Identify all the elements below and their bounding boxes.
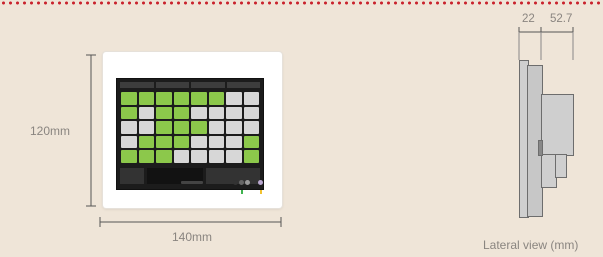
height-label: 120mm — [30, 124, 71, 138]
depth-front-label: 22 — [522, 13, 535, 25]
screen-tile — [226, 121, 242, 134]
screen-tile — [191, 135, 207, 149]
screen-tile — [173, 92, 189, 105]
screen-tile — [173, 121, 189, 134]
screen-tile — [156, 135, 172, 149]
device-screen — [116, 78, 264, 190]
screen-tile — [173, 150, 189, 163]
screen-tile — [156, 150, 172, 163]
screen-tile — [173, 135, 189, 149]
lateral-rear-box — [541, 94, 574, 156]
screen-tile — [138, 106, 154, 120]
depth-back-label: 52.7 — [550, 13, 573, 25]
screen-tile — [208, 92, 224, 105]
screen-tile — [208, 121, 224, 134]
screen-tile — [243, 92, 259, 105]
screen-tile — [138, 150, 154, 163]
screen-tile — [226, 135, 242, 149]
screen-tile — [208, 106, 224, 120]
screen-tile — [121, 92, 137, 105]
lateral-step-2 — [555, 154, 567, 178]
screen-tile — [121, 135, 137, 149]
screen-tile — [191, 150, 207, 163]
screen-tile — [138, 92, 154, 105]
screen-header — [120, 82, 260, 88]
touch-panel-controller-icon — [103, 52, 282, 208]
width-label: 140mm — [172, 230, 213, 244]
screen-tile — [121, 121, 137, 134]
screen-tile — [138, 135, 154, 149]
screen-tile — [226, 92, 242, 105]
screen-tile — [243, 150, 259, 163]
screen-tile — [243, 121, 259, 134]
lateral-view-caption: Lateral view (mm) — [483, 238, 579, 252]
screen-tile — [191, 92, 207, 105]
screen-tile — [156, 121, 172, 134]
screen-tile — [243, 106, 259, 120]
lateral-connector — [538, 140, 543, 156]
screen-tile — [121, 106, 137, 120]
screen-tile — [208, 135, 224, 149]
screen-tile-grid — [121, 92, 259, 163]
screen-tile — [156, 92, 172, 105]
dimension-lines — [86, 27, 574, 227]
screen-tile — [138, 121, 154, 134]
screen-tile — [121, 150, 137, 163]
screen-tile — [243, 135, 259, 149]
screen-tile — [156, 106, 172, 120]
screen-tile — [191, 106, 207, 120]
brand-logo — [181, 181, 203, 184]
screen-tile — [173, 106, 189, 120]
screen-tile — [191, 121, 207, 134]
screen-tile — [226, 150, 242, 163]
screen-tile — [226, 106, 242, 120]
screen-tile — [208, 150, 224, 163]
